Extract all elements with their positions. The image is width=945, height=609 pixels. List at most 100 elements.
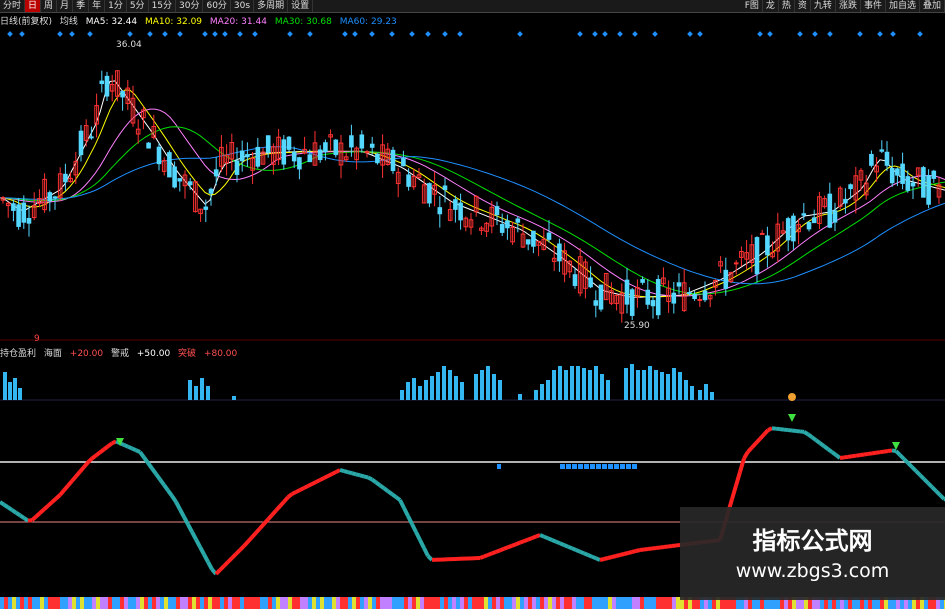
osc-segment	[50, 497, 58, 504]
osc-segment	[278, 500, 286, 508]
osc-segment	[491, 549, 497, 556]
osc-segment	[230, 552, 238, 560]
osc-segment	[830, 450, 838, 457]
histogram-bar	[518, 394, 522, 400]
signal-diamond	[222, 31, 228, 37]
signal-diamond	[307, 31, 313, 37]
histogram-bar	[648, 366, 652, 400]
osc-segment	[887, 448, 893, 453]
status-strip-cell	[140, 597, 144, 609]
status-strip-cell	[668, 597, 672, 609]
osc-marker	[596, 464, 601, 469]
histogram-bar	[492, 374, 496, 400]
status-strip-cell	[496, 597, 500, 609]
candle-body	[297, 157, 302, 170]
osc-segment	[311, 480, 317, 486]
candle-body	[765, 235, 770, 256]
candle-body	[499, 223, 505, 233]
osc-segment	[591, 554, 597, 561]
status-strip-cell	[424, 597, 428, 609]
osc-segment	[158, 478, 166, 487]
status-strip-cell	[600, 597, 604, 609]
status-strip-cell	[96, 597, 100, 609]
osc-segment	[386, 489, 394, 496]
osc-segment	[154, 472, 162, 481]
osc-segment	[150, 467, 158, 476]
status-strip-cell	[52, 597, 56, 609]
status-strip-cell	[224, 597, 228, 609]
signal-diamond	[389, 31, 395, 37]
status-strip-cell	[436, 597, 440, 609]
histogram-bar	[448, 370, 452, 400]
osc-segment	[539, 533, 545, 539]
histogram-bar	[474, 374, 478, 400]
osc-segment	[483, 553, 489, 559]
status-strip-cell	[108, 597, 112, 609]
osc-segment	[595, 556, 601, 562]
status-strip-cell	[264, 597, 268, 609]
status-strip-cell	[328, 597, 332, 609]
osc-segment	[218, 564, 226, 572]
status-strip-cell	[480, 597, 484, 609]
status-strip-cell	[444, 597, 448, 609]
status-strip-cell	[164, 597, 168, 609]
status-strip-cell	[452, 597, 456, 609]
osc-segment	[82, 461, 90, 469]
candle-body	[785, 218, 791, 241]
osc-segment	[174, 500, 182, 511]
status-strip-cell	[616, 597, 620, 609]
osc-segment	[90, 453, 98, 461]
osc-segment	[898, 453, 906, 461]
histogram-bar	[642, 370, 646, 400]
status-strip-cell	[348, 597, 352, 609]
osc-segment	[166, 489, 174, 498]
candle-body	[827, 193, 833, 228]
osc-segment	[738, 457, 746, 473]
osc-segment	[303, 484, 309, 490]
osc-segment	[839, 455, 845, 460]
candle-body	[146, 142, 151, 149]
status-strip-cell	[300, 597, 304, 609]
osc-segment	[607, 555, 613, 560]
osc-segment	[758, 433, 766, 441]
status-strip-cell	[396, 597, 400, 609]
osc-segment	[347, 470, 353, 476]
signal-diamond	[147, 31, 153, 37]
candle-body	[349, 135, 354, 148]
status-strip-cell	[88, 597, 92, 609]
status-strip-cell	[572, 597, 576, 609]
status-strip-cell	[136, 597, 140, 609]
status-strip-cell	[228, 597, 232, 609]
osc-segment	[806, 432, 814, 439]
candle-body	[11, 203, 16, 211]
candle-body	[702, 290, 708, 301]
signal-diamond	[287, 31, 293, 37]
signal-diamond	[57, 31, 63, 37]
status-strip-cell	[288, 597, 292, 609]
osc-segment	[422, 547, 430, 557]
status-strip-cell	[584, 597, 588, 609]
osc-segment	[934, 489, 942, 497]
osc-segment	[503, 545, 509, 551]
osc-segment	[495, 548, 501, 554]
candle-body	[640, 279, 645, 283]
osc-segment	[22, 516, 30, 523]
osc-segment	[170, 494, 178, 503]
candle-body	[889, 168, 895, 184]
status-strip-cell	[256, 597, 260, 609]
status-strip-cell	[60, 597, 64, 609]
signal-diamond	[812, 31, 818, 37]
candle-body	[234, 160, 240, 175]
osc-segment	[46, 500, 54, 508]
status-strip-cell	[416, 597, 420, 609]
osc-segment	[374, 480, 382, 487]
signal-diamond	[409, 31, 415, 37]
candle-body	[369, 143, 375, 148]
histogram-bar	[13, 378, 17, 400]
status-strip-cell	[344, 597, 348, 609]
osc-segment	[599, 557, 605, 562]
status-strip-cell	[432, 597, 436, 609]
signal-diamond	[237, 31, 243, 37]
signal-diamond	[917, 31, 923, 37]
status-strip-cell	[168, 597, 172, 609]
